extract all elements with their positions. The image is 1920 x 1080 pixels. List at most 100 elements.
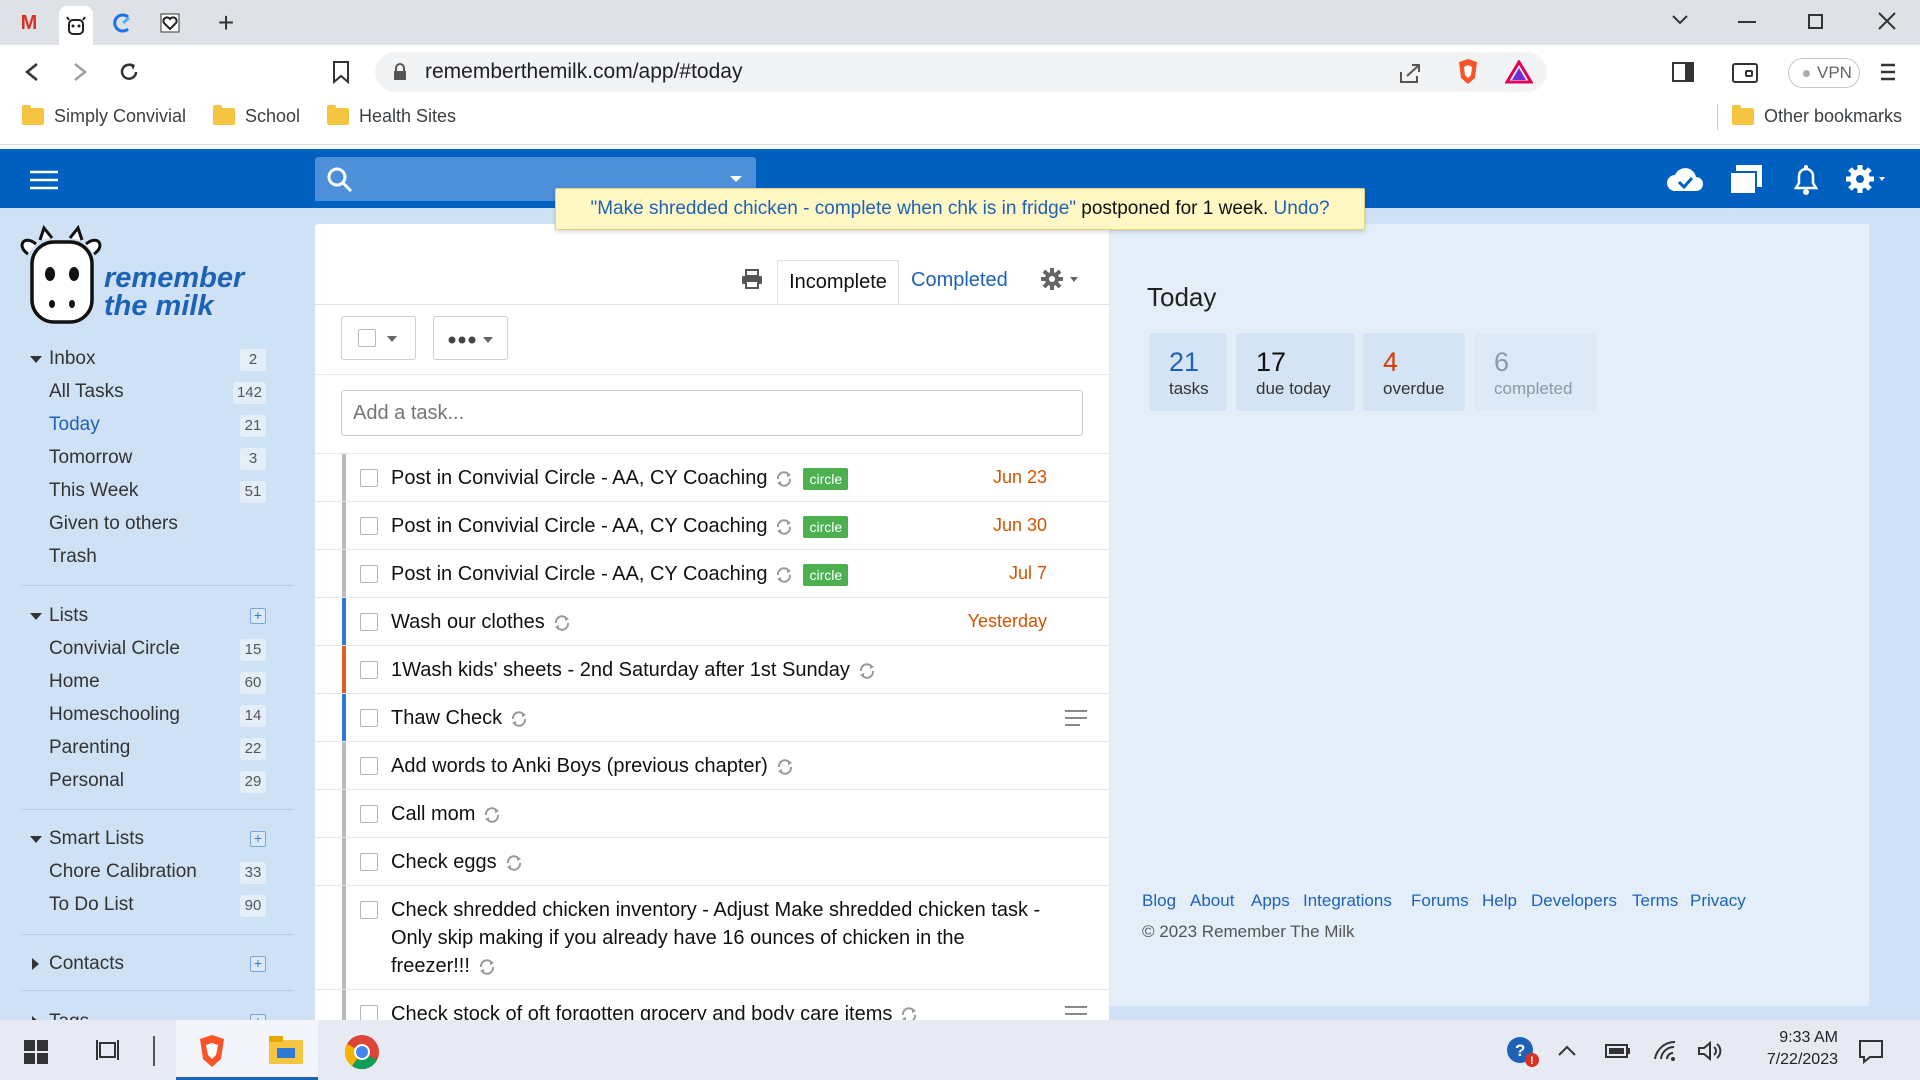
volume-icon[interactable] xyxy=(1697,1040,1723,1062)
footer-link-apps[interactable]: Apps xyxy=(1251,891,1290,911)
stat-completed[interactable]: 6 completed xyxy=(1474,333,1597,411)
task-checkbox[interactable] xyxy=(360,805,378,823)
task-checkbox[interactable] xyxy=(360,757,378,775)
task-row[interactable]: Post in Convivial Circle - AA, CY Coachi… xyxy=(315,502,1109,550)
task-title[interactable]: Check eggs xyxy=(391,851,497,873)
add-contact-icon[interactable]: + xyxy=(250,956,266,972)
hamburger-icon[interactable] xyxy=(30,170,58,190)
stat-overdue[interactable]: 4 overdue xyxy=(1363,333,1465,411)
caret-down-icon[interactable] xyxy=(30,613,42,620)
sidebar-item-today[interactable]: Today 21 xyxy=(0,409,296,441)
task-row[interactable]: Check eggs xyxy=(315,838,1109,886)
tag-circle[interactable]: circle xyxy=(803,563,849,586)
vpn-button[interactable]: VPN xyxy=(1788,58,1860,88)
sidebar-item-convivial-circle[interactable]: Convivial Circle 15 xyxy=(0,633,296,665)
footer-link-help[interactable]: Help xyxy=(1482,891,1517,911)
footer-link-terms[interactable]: Terms xyxy=(1632,891,1678,911)
sidebar-item-personal[interactable]: Personal 29 xyxy=(0,765,296,797)
task-title-line-3[interactable]: freezer!!! xyxy=(391,955,470,977)
task-title[interactable]: 1Wash kids' sheets - 2nd Saturday after … xyxy=(391,659,850,681)
task-row[interactable]: Post in Convivial Circle - AA, CY Coachi… xyxy=(315,454,1109,502)
undo-link[interactable]: Undo? xyxy=(1274,198,1330,219)
bookmark-school[interactable]: School xyxy=(213,105,300,127)
task-row[interactable]: Check shredded chicken inventory - Adjus… xyxy=(315,886,1109,990)
task-checkbox[interactable] xyxy=(360,853,378,871)
bookmark-health-sites[interactable]: Health Sites xyxy=(327,105,456,127)
sidebar-item-homeschooling[interactable]: Homeschooling 14 xyxy=(0,699,296,731)
brave-browser-icon[interactable] xyxy=(195,1033,229,1069)
sidebar-item-parenting[interactable]: Parenting 22 xyxy=(0,732,296,764)
menu-icon[interactable] xyxy=(1880,62,1896,82)
sidebar-item-given-to-others[interactable]: Given to others xyxy=(0,508,296,540)
settings-gear-icon[interactable] xyxy=(1845,163,1893,195)
task-row[interactable]: Check stock of oft forgotten grocery and… xyxy=(315,990,1109,1020)
caret-right-icon[interactable] xyxy=(32,958,39,970)
footer-link-about[interactable]: About xyxy=(1190,891,1234,911)
inbox-header[interactable]: Inbox 2 xyxy=(0,343,296,375)
task-checkbox[interactable] xyxy=(360,709,378,727)
task-title[interactable]: Post in Convivial Circle - AA, CY Coachi… xyxy=(391,563,767,585)
stat-tasks[interactable]: 21 tasks xyxy=(1149,333,1227,411)
task-checkbox[interactable] xyxy=(360,613,378,631)
add-list-icon[interactable]: + xyxy=(250,608,266,624)
task-row[interactable]: Add words to Anki Boys (previous chapter… xyxy=(315,742,1109,790)
app-tab-icon[interactable] xyxy=(106,6,140,40)
sidebar-item-home[interactable]: Home 60 xyxy=(0,666,296,698)
task-title[interactable]: Post in Convivial Circle - AA, CY Coachi… xyxy=(391,515,767,537)
caret-down-icon[interactable] xyxy=(30,836,42,843)
smart-lists-header[interactable]: Smart Lists + xyxy=(0,823,296,855)
sidebar-item-chore-calibration[interactable]: Chore Calibration 33 xyxy=(0,856,296,888)
new-tab-button[interactable]: + xyxy=(209,6,243,40)
brave-rewards-icon[interactable] xyxy=(1505,60,1533,84)
chrome-icon[interactable] xyxy=(344,1034,380,1070)
add-task-input[interactable] xyxy=(341,390,1083,436)
task-row[interactable]: Wash our clothes Yesterday xyxy=(315,598,1109,646)
task-title[interactable]: Post in Convivial Circle - AA, CY Coachi… xyxy=(391,467,767,489)
task-row[interactable]: Call mom xyxy=(315,790,1109,838)
share-icon[interactable] xyxy=(1398,62,1422,84)
tab-completed[interactable]: Completed xyxy=(911,269,1008,292)
action-center-icon[interactable] xyxy=(1858,1038,1884,1064)
notes-icon[interactable] xyxy=(1065,1006,1087,1020)
contacts-header[interactable]: Contacts + xyxy=(0,948,296,980)
list-settings-gear-icon[interactable] xyxy=(1040,266,1084,294)
other-bookmarks[interactable]: Other bookmarks xyxy=(1732,105,1902,127)
sidebar-item-to-do-list[interactable]: To Do List 90 xyxy=(0,889,296,921)
sidebar-item-tomorrow[interactable]: Tomorrow 3 xyxy=(0,442,296,474)
sidebar-item-all-tasks[interactable]: All Tasks 142 xyxy=(0,376,296,408)
tab-incomplete[interactable]: Incomplete xyxy=(777,260,899,304)
add-smart-list-icon[interactable]: + xyxy=(250,831,266,847)
task-title[interactable]: Call mom xyxy=(391,803,475,825)
task-checkbox[interactable] xyxy=(360,469,378,487)
footer-link-privacy[interactable]: Privacy xyxy=(1690,891,1746,911)
task-checkbox[interactable] xyxy=(360,661,378,679)
task-row[interactable]: 1Wash kids' sheets - 2nd Saturday after … xyxy=(315,646,1109,694)
reload-icon[interactable] xyxy=(117,60,141,84)
windows-start-icon[interactable] xyxy=(24,1040,48,1064)
task-checkbox[interactable] xyxy=(360,1005,378,1020)
print-icon[interactable] xyxy=(741,269,763,289)
bookmark-simply-convivial[interactable]: Simply Convivial xyxy=(22,105,186,127)
task-checkbox[interactable] xyxy=(360,565,378,583)
tags-header[interactable]: Tags+ xyxy=(0,1006,296,1020)
notifications-bell-icon[interactable] xyxy=(1792,164,1820,196)
cloud-sync-icon[interactable] xyxy=(1666,165,1704,193)
cow-tab-icon[interactable] xyxy=(59,6,93,45)
task-view-icon[interactable] xyxy=(96,1038,122,1064)
stat-due-today[interactable]: 17 due today xyxy=(1236,333,1355,411)
lists-header[interactable]: Lists + xyxy=(0,600,296,632)
wifi-icon[interactable] xyxy=(1653,1040,1679,1062)
task-title[interactable]: Check shredded chicken inventory - Adjus… xyxy=(391,896,1040,924)
back-icon[interactable] xyxy=(22,62,42,82)
gmail-tab-icon[interactable]: M xyxy=(12,6,46,40)
footer-link-developers[interactable]: Developers xyxy=(1531,891,1617,911)
notes-icon[interactable] xyxy=(1065,710,1087,731)
restore-icon[interactable] xyxy=(1808,14,1823,29)
lists-icon[interactable] xyxy=(1728,163,1764,195)
select-all-dropdown[interactable] xyxy=(341,316,416,360)
heart-tab-icon[interactable] xyxy=(153,6,187,40)
close-window-icon[interactable] xyxy=(1876,10,1898,32)
task-title[interactable]: Check stock of oft forgotten grocery and… xyxy=(391,1003,892,1020)
url-text[interactable]: rememberthemilk.com/app/#today xyxy=(425,60,742,84)
wallet-icon[interactable] xyxy=(1732,63,1758,83)
